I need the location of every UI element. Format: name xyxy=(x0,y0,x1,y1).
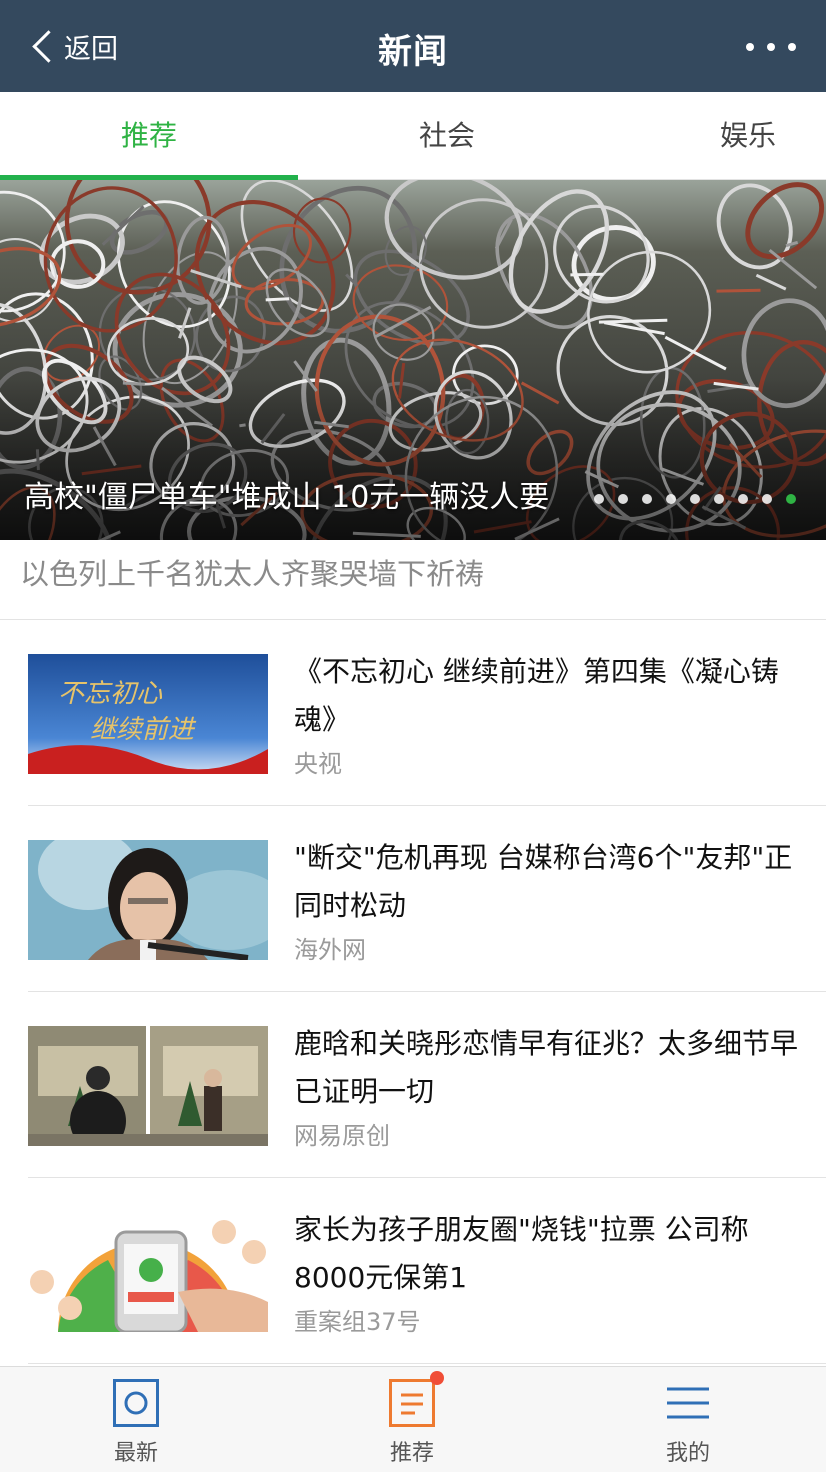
carousel-dot[interactable] xyxy=(714,494,724,504)
nav-mine-label: 我的 xyxy=(665,1441,710,1466)
news-item[interactable]: 家长为孩子朋友圈"烧钱"拉票 公司称8000元保第1 重案组37号 xyxy=(28,1178,826,1364)
carousel-dot[interactable] xyxy=(690,494,700,504)
news-source: 重案组37号 xyxy=(294,1308,421,1336)
news-thumbnail: 不忘初心 继续前进 xyxy=(28,654,268,774)
more-dot-icon xyxy=(767,43,775,51)
news-title: 鹿晗和关晓彤恋情早有征兆？太多细节早已证明一切 xyxy=(294,1027,799,1108)
news-item[interactable]: "断交"危机再现 台媒称台湾6个"友邦"正同时松动 海外网 xyxy=(28,806,826,992)
category-tabs: 推荐 社会 娱乐 xyxy=(0,92,826,180)
news-item[interactable]: 不忘初心 继续前进 《不忘初心 继续前进》第四集《凝心铸魂》 央视 xyxy=(28,620,826,806)
top-bar: 返回 新闻 xyxy=(0,0,826,92)
carousel-dot[interactable] xyxy=(594,494,604,504)
more-dot-icon xyxy=(788,43,796,51)
carousel-pagination xyxy=(594,494,796,504)
news-item[interactable]: 鹿晗和关晓彤恋情早有征兆？太多细节早已证明一切 网易原创 xyxy=(28,992,826,1178)
carousel-caption: 高校"僵尸单车"堆成山 10元一辆没人要 xyxy=(24,480,550,515)
thumb-caption-line1: 不忘初心 xyxy=(58,679,163,709)
text-headline-link[interactable]: 以色列上千名犹太人齐聚哭墙下祈祷 xyxy=(0,540,826,620)
nav-mine[interactable]: 我的 xyxy=(618,1367,758,1472)
nav-latest[interactable]: 最新 xyxy=(66,1367,206,1472)
news-thumbnail xyxy=(28,1212,268,1332)
menu-icon xyxy=(667,1387,709,1419)
carousel-dot[interactable] xyxy=(666,494,676,504)
tab-society[interactable]: 社会 xyxy=(298,92,596,180)
carousel-dot[interactable] xyxy=(618,494,628,504)
tab-recommend[interactable]: 推荐 xyxy=(0,92,298,180)
notification-badge xyxy=(430,1371,444,1385)
carousel-dot[interactable] xyxy=(786,494,796,504)
news-source: 央视 xyxy=(294,750,342,778)
nav-recommend[interactable]: 推荐 xyxy=(342,1367,482,1472)
page-title: 新闻 xyxy=(378,32,448,72)
more-dot-icon xyxy=(746,43,754,51)
news-thumbnail xyxy=(28,1026,268,1146)
news-title: "断交"危机再现 台媒称台湾6个"友邦"正同时松动 xyxy=(294,841,793,922)
nav-latest-label: 最新 xyxy=(113,1441,158,1466)
news-thumbnail xyxy=(28,840,268,960)
document-icon xyxy=(389,1379,435,1427)
latest-icon xyxy=(113,1379,159,1427)
nav-recommend-label: 推荐 xyxy=(389,1441,434,1466)
more-menu-button[interactable] xyxy=(746,40,796,54)
carousel-dot[interactable] xyxy=(642,494,652,504)
carousel-dot[interactable] xyxy=(738,494,748,504)
news-title: 家长为孩子朋友圈"烧钱"拉票 公司称8000元保第1 xyxy=(294,1213,749,1294)
carousel-dot[interactable] xyxy=(762,494,772,504)
thumb-caption-line2: 继续前进 xyxy=(90,715,197,745)
news-title: 《不忘初心 继续前进》第四集《凝心铸魂》 xyxy=(294,655,779,736)
tab-entertainment[interactable]: 娱乐 xyxy=(660,92,826,180)
headline-carousel[interactable]: 高校"僵尸单车"堆成山 10元一辆没人要 xyxy=(0,180,826,540)
bottom-navigation: 最新 推荐 我的 xyxy=(0,1366,826,1472)
news-source: 网易原创 xyxy=(294,1122,390,1150)
news-source: 海外网 xyxy=(294,936,366,964)
